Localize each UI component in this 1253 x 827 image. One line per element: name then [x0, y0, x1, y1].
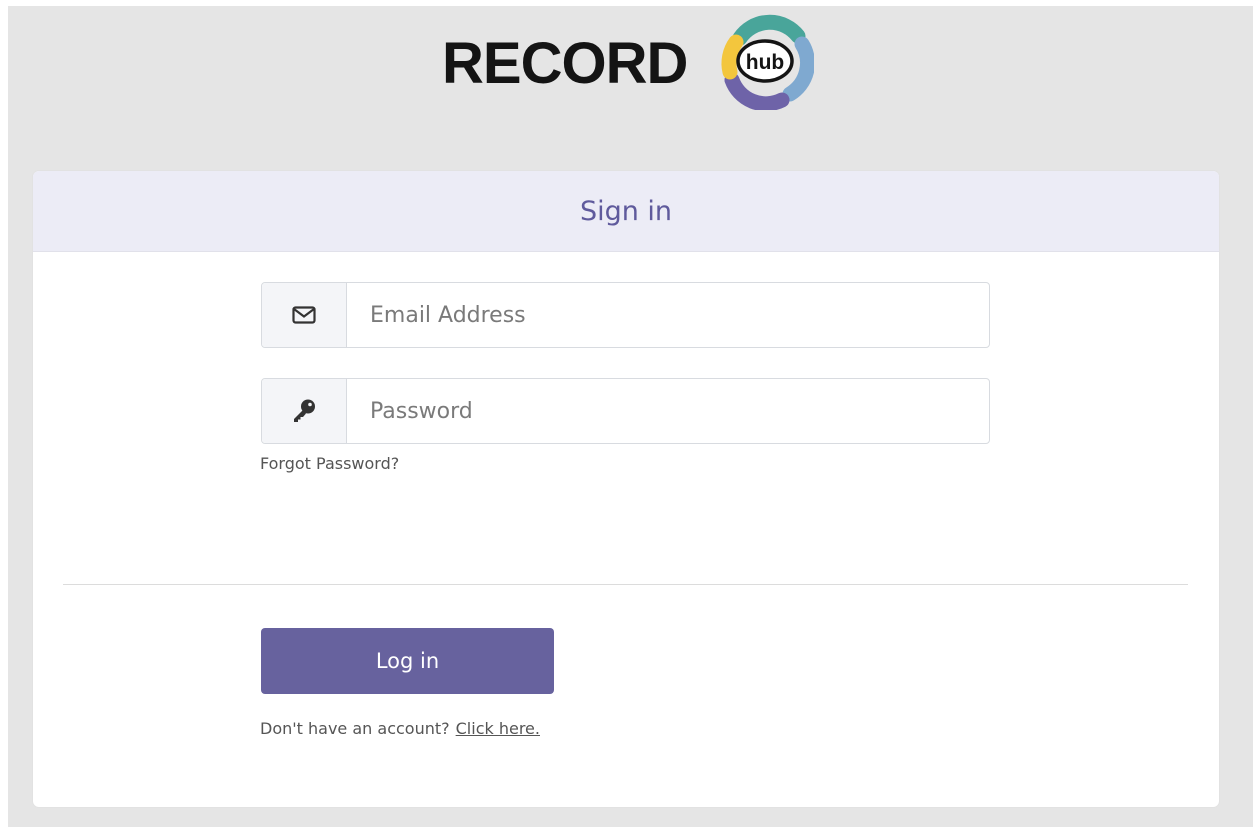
signup-row: Don't have an account? Click here.: [260, 719, 540, 738]
key-icon: [262, 379, 347, 443]
logo-badge: hub: [746, 51, 784, 74]
card-title: Sign in: [579, 195, 673, 227]
logo-ring-icon: hub: [721, 14, 814, 110]
card-header: Sign in: [33, 171, 1219, 252]
signup-prompt: Don't have an account?: [260, 719, 450, 738]
password-input[interactable]: [347, 379, 989, 443]
email-field-group: [261, 282, 990, 348]
divider: [63, 584, 1188, 585]
sign-in-card: Sign in Forgot Password? Log in Don't ha…: [33, 171, 1219, 807]
password-field-group: [261, 378, 990, 444]
login-button[interactable]: Log in: [261, 628, 554, 694]
signup-link[interactable]: Click here.: [456, 719, 540, 738]
email-input[interactable]: [347, 283, 989, 347]
envelope-icon: [262, 283, 347, 347]
recordhub-logo: RECORD hub: [442, 14, 822, 110]
forgot-password-link[interactable]: Forgot Password?: [260, 454, 399, 473]
logo-wordmark: RECORD: [442, 31, 688, 96]
